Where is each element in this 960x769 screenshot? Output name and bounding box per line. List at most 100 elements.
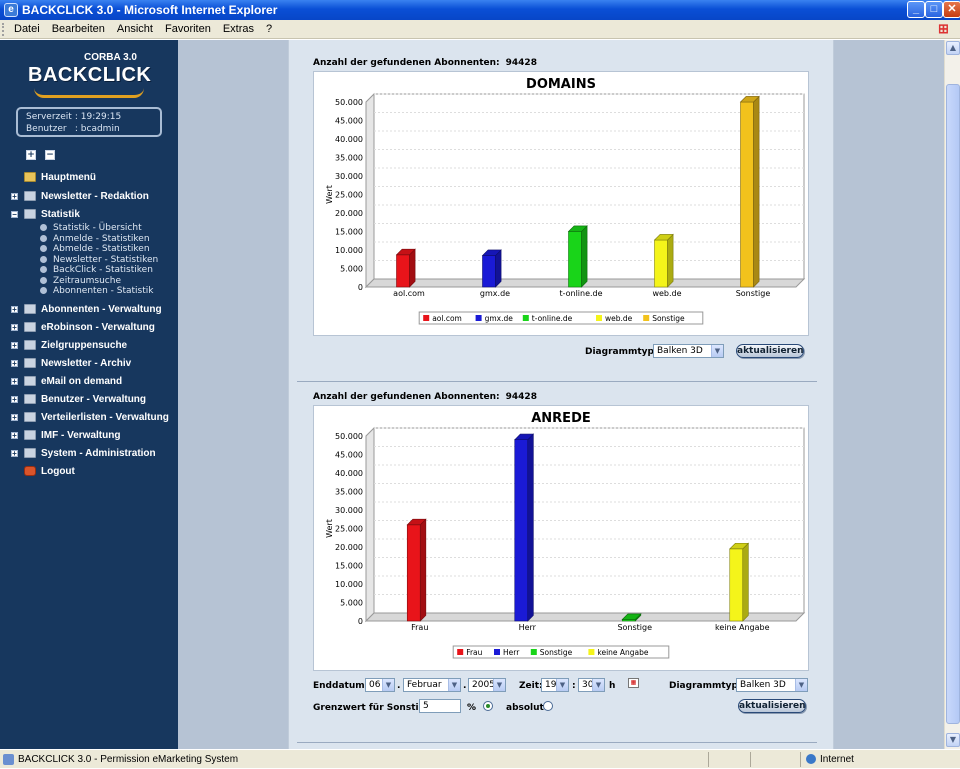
legend-label: keine Angabe [597, 648, 649, 657]
hour-select[interactable]: 19 ▼ [541, 678, 569, 692]
expand-icon[interactable]: + [11, 306, 18, 314]
nav-label: IMF - Verwaltung [41, 430, 121, 441]
expand-all-icon[interactable]: + [26, 150, 36, 160]
nav-label: Statistik [41, 209, 80, 220]
folder-icon [24, 191, 36, 201]
bullet-icon [40, 287, 47, 294]
y-tick-label: 45.000 [335, 451, 363, 460]
y-tick-label: 0 [358, 617, 363, 626]
menu-bar: Datei Bearbeiten Ansicht Favoriten Extras? ⊞ [0, 20, 960, 39]
status-bar: BACKCLICK 3.0 - Permission eMarketing Sy… [0, 749, 960, 768]
divider [297, 742, 817, 743]
menu-bearbeiten[interactable]: Bearbeiten [46, 20, 111, 35]
bullet-icon [40, 277, 47, 284]
chart-bar [654, 239, 668, 288]
minute-select[interactable]: 30 ▼ [578, 678, 605, 692]
y-tick-label: 30.000 [335, 506, 363, 515]
chart-type-select-2[interactable]: Balken 3D ▼ [736, 678, 808, 692]
user-value: bcadmin [80, 124, 120, 134]
expand-icon[interactable]: + [11, 324, 18, 332]
nav-label: System - Administration [41, 448, 156, 459]
expand-icon[interactable]: + [11, 342, 18, 350]
y-axis-label: Wert [325, 519, 334, 538]
maximize-button[interactable]: □ [925, 1, 943, 18]
chart-anrede-svg: 0 5.000 10.000 15.000 20.000 25.000 30.000 35.0… [325, 426, 806, 659]
nav-label: eRobinson - Verwaltung [41, 322, 155, 333]
scroll-thumb[interactable] [946, 84, 960, 724]
folder-icon [24, 394, 36, 404]
nav-label: Benutzer - Verwaltung [41, 394, 147, 405]
vertical-scrollbar[interactable]: ▲ ▼ [944, 40, 960, 749]
chart-bar-side [409, 248, 416, 288]
refresh-button-1[interactable]: aktualisieren [736, 344, 804, 358]
nav-sub-statistik-uebersicht[interactable]: Statistik - Übersicht [40, 223, 142, 233]
legend-label: Sonstige [540, 648, 573, 657]
collapse-all-icon[interactable]: − [45, 150, 55, 160]
menu-favoriten[interactable]: Favoriten [159, 20, 217, 35]
expand-icon[interactable]: + [11, 432, 18, 440]
menu-help[interactable]: ? [260, 20, 278, 35]
chevron-down-icon: ▼ [556, 679, 568, 691]
nav-sub-abmelde-statistiken[interactable]: Abmelde - Statistiken [40, 244, 150, 254]
minimize-button[interactable]: _ [907, 1, 925, 18]
chart-bar [396, 254, 410, 288]
close-button[interactable]: ✕ [943, 1, 960, 18]
logo-corba: CORBA 3.0 [84, 52, 137, 63]
bullet-icon [40, 235, 47, 242]
menu-datei[interactable]: Datei [8, 20, 46, 35]
chart-bar [729, 548, 744, 622]
legend-swatch [494, 649, 500, 655]
expand-icon[interactable]: + [11, 378, 18, 386]
folder-icon [24, 322, 36, 332]
grenzwert-label: Grenzwert für Sonstige: [313, 703, 435, 713]
expand-icon[interactable]: + [11, 396, 18, 404]
y-tick-label: 50.000 [335, 432, 363, 441]
chart-bar [406, 524, 421, 622]
count-label: Anzahl der gefundenen Abonnenten: [313, 392, 500, 402]
nav-label: eMail on demand [41, 376, 123, 387]
nav-sub-anmelde-statistiken[interactable]: Anmelde - Statistiken [40, 234, 150, 244]
y-tick-label: 15.000 [335, 562, 363, 571]
bullet-icon [40, 266, 47, 273]
count-value: 94428 [505, 392, 537, 402]
x-tick-label: gmx.de [480, 289, 510, 298]
expand-icon[interactable]: + [11, 414, 18, 422]
grenzwert-input[interactable]: 5 [419, 699, 461, 713]
scroll-up-icon[interactable]: ▲ [946, 41, 960, 55]
expand-icon[interactable]: + [11, 193, 18, 201]
menu-ansicht[interactable]: Ansicht [111, 20, 159, 35]
month-select[interactable]: Februar ▼ [403, 678, 461, 692]
nav-sub-newsletter-statistiken[interactable]: Newsletter - Statistiken [40, 255, 158, 265]
expand-icon[interactable]: + [11, 450, 18, 458]
user-label: Benutzer [26, 124, 67, 134]
folder-icon [24, 430, 36, 440]
nav-sub-zeitraumsuche[interactable]: Zeitraumsuche [40, 276, 121, 286]
nav-label: Logout [41, 466, 75, 477]
nav-sub-label: BackClick - Statistiken [53, 265, 153, 275]
absolut-radio[interactable] [543, 701, 553, 711]
status-separator [750, 752, 751, 767]
percent-radio[interactable] [483, 701, 493, 711]
folder-icon [24, 358, 36, 368]
scroll-down-icon[interactable]: ▼ [946, 733, 960, 747]
calendar-icon[interactable]: ▦ [628, 678, 639, 688]
chart-type-select-1[interactable]: Balken 3D ▼ [653, 344, 724, 358]
nav-sub-backclick-statistiken[interactable]: BackClick - Statistiken [40, 265, 153, 275]
toolbar-grip[interactable] [2, 23, 5, 36]
folder-icon [24, 412, 36, 422]
legend-swatch [530, 649, 537, 655]
y-tick-label: 40.000 [335, 469, 363, 478]
nav-sub-label: Statistik - Übersicht [53, 223, 142, 233]
refresh-button-2[interactable]: aktualisieren [738, 699, 806, 713]
chart-side-wall [365, 426, 375, 623]
legend-label: aol.com [432, 314, 462, 323]
collapse-icon[interactable]: − [11, 211, 18, 219]
day-select[interactable]: 06 ▼ [365, 678, 395, 692]
nav-sub-abonnenten-statistik[interactable]: Abonnenten - Statistik [40, 286, 153, 296]
logout-icon [24, 466, 36, 476]
expand-icon[interactable]: + [11, 360, 18, 368]
year-select[interactable]: 2005 ▼ [468, 678, 506, 692]
menu-extras[interactable]: Extras [217, 20, 260, 35]
nav-label: Zielgruppensuche [41, 340, 128, 351]
chevron-down-icon: ▼ [795, 679, 807, 691]
